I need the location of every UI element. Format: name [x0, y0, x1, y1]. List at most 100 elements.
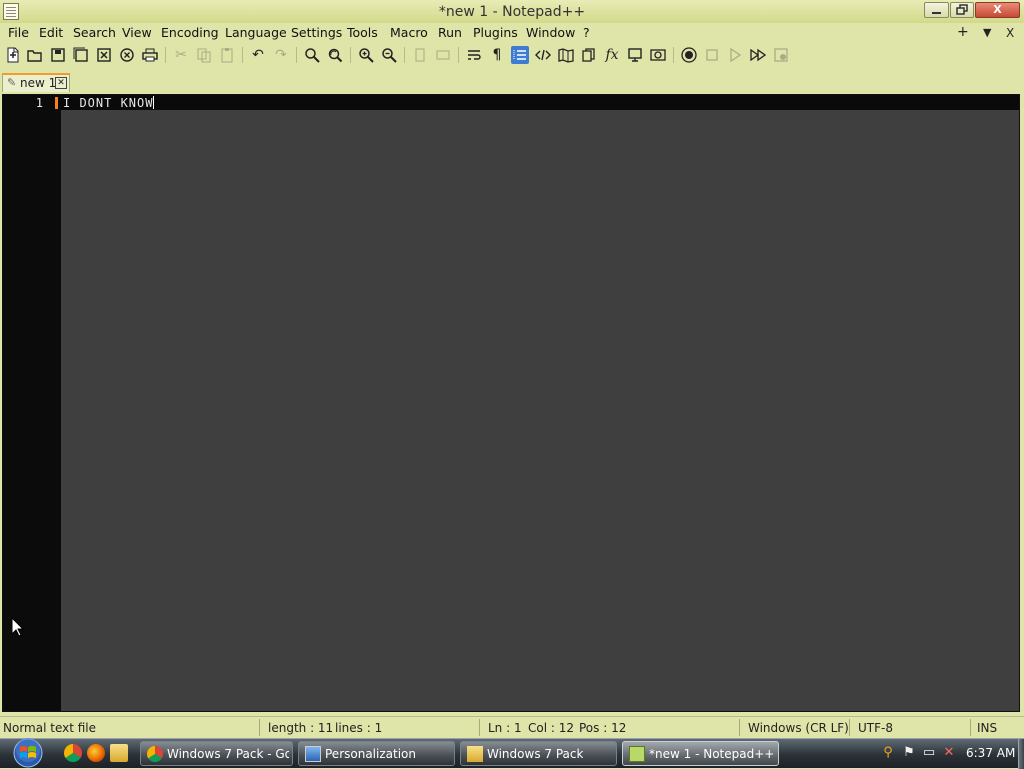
redo-icon[interactable]: ↷ [272, 46, 290, 64]
add-new-document-button[interactable]: + [957, 24, 969, 40]
tab-new-1[interactable]: ✎ new 1 ✕ [2, 73, 70, 92]
fold-margin[interactable] [53, 95, 61, 711]
record-macro-icon[interactable] [680, 46, 698, 64]
stop-macro-icon[interactable] [703, 46, 721, 64]
status-separator [259, 719, 260, 736]
show-all-characters-icon[interactable]: ¶ [488, 46, 506, 64]
menu-edit[interactable]: Edit [39, 25, 63, 40]
change-history-marker [55, 97, 58, 109]
undo-icon[interactable]: ↶ [249, 46, 267, 64]
paste-icon[interactable] [218, 46, 236, 64]
taskbar-button-notepadpp[interactable]: *new 1 - Notepad++ [622, 741, 779, 766]
taskbar-button-label: Windows 7 Pack [487, 747, 584, 761]
line-number: 1 [35, 96, 43, 110]
menu-window[interactable]: Window [526, 25, 575, 40]
save-icon[interactable] [49, 46, 67, 64]
folder-as-workspace-icon[interactable] [649, 46, 667, 64]
action-center-flag-icon[interactable]: ⚑ [901, 745, 917, 761]
status-encoding[interactable]: UTF-8 [858, 721, 893, 735]
menu-tools[interactable]: Tools [347, 25, 378, 40]
replace-icon[interactable] [326, 46, 344, 64]
status-file-type: Normal text file [3, 721, 97, 735]
status-bar: Normal text file length : 11 lines : 1 L… [0, 716, 1024, 738]
menu-encoding[interactable]: Encoding [161, 25, 219, 40]
save-macro-icon[interactable] [772, 46, 790, 64]
save-all-icon[interactable] [72, 46, 90, 64]
copy-icon[interactable] [195, 46, 213, 64]
zoom-in-icon[interactable] [357, 46, 375, 64]
status-separator [479, 719, 480, 736]
close-document-button[interactable]: X [1006, 26, 1014, 40]
find-icon[interactable] [303, 46, 321, 64]
menu-language[interactable]: Language [225, 25, 287, 40]
cut-icon[interactable]: ✂ [172, 46, 190, 64]
menu-plugins[interactable]: Plugins [473, 25, 518, 40]
word-wrap-icon[interactable] [465, 46, 483, 64]
text-caret [153, 96, 155, 109]
status-length: length : 11 [268, 721, 334, 735]
status-position: Pos : 12 [579, 721, 627, 735]
monitoring-icon[interactable] [626, 46, 644, 64]
menu-view[interactable]: View [122, 25, 152, 40]
taskbar-button-chrome[interactable]: Windows 7 Pack - Go... [140, 741, 293, 766]
system-clock[interactable]: 6:37 AM [966, 746, 1015, 760]
status-insert-mode[interactable]: INS [977, 721, 997, 735]
show-desktop-button[interactable] [1018, 739, 1024, 769]
tab-list-dropdown-button[interactable]: ▼ [983, 26, 991, 39]
toolbar-separator [296, 47, 297, 63]
close-all-icon[interactable] [118, 46, 136, 64]
menu-run[interactable]: Run [438, 25, 462, 40]
open-file-icon[interactable] [26, 46, 44, 64]
taskbar-button-folder[interactable]: Windows 7 Pack [460, 741, 617, 766]
folder-icon [467, 746, 483, 762]
menu-help[interactable]: ? [583, 25, 590, 40]
new-file-icon[interactable] [4, 46, 22, 64]
sync-vertical-icon[interactable] [411, 46, 429, 64]
status-separator [970, 719, 971, 736]
print-icon[interactable] [141, 46, 159, 64]
windows-taskbar: Windows 7 Pack - Go... Personalization W… [0, 738, 1024, 769]
notepadpp-icon [629, 746, 645, 762]
mouse-pointer-icon [11, 617, 25, 637]
clone-icon[interactable] [580, 46, 598, 64]
personalization-icon [305, 746, 321, 762]
close-icon[interactable] [95, 46, 113, 64]
run-macro-multiple-icon[interactable] [749, 46, 767, 64]
status-eol-format[interactable]: Windows (CR LF) [748, 721, 849, 735]
menu-file[interactable]: File [8, 25, 29, 40]
text-editor[interactable]: 1 I DONT KNOW [2, 94, 1020, 712]
menu-macro[interactable]: Macro [390, 25, 428, 40]
function-list-icon[interactable]: fx [603, 46, 621, 64]
indent-guide-icon[interactable] [511, 46, 529, 64]
sync-horizontal-icon[interactable] [434, 46, 452, 64]
toolbar: ✂ ↶ ↷ ¶ fx [0, 42, 1024, 68]
restore-button[interactable] [950, 2, 974, 18]
firefox-icon[interactable] [87, 744, 105, 762]
document-map-icon[interactable] [557, 46, 575, 64]
editor-line-1[interactable]: I DONT KNOW [63, 96, 155, 110]
search-icon[interactable]: ⚲ [880, 745, 896, 761]
xml-tag-icon[interactable] [534, 46, 552, 64]
tab-close-icon[interactable]: ✕ [55, 77, 67, 89]
network-icon[interactable]: ▭ [921, 745, 937, 761]
editor-text: I DONT KNOW [63, 96, 154, 110]
taskbar-button-personalization[interactable]: Personalization [298, 741, 455, 766]
menu-settings[interactable]: Settings [291, 25, 342, 40]
taskbar-button-label: *new 1 - Notepad++ [649, 747, 775, 761]
toolbar-separator [165, 47, 166, 63]
title-bar[interactable]: *new 1 - Notepad++ X [0, 0, 1024, 23]
close-button[interactable]: X [975, 2, 1020, 18]
windows-start-icon[interactable] [6, 738, 48, 768]
status-lines: lines : 1 [335, 721, 383, 735]
minimize-icon [932, 12, 941, 14]
zoom-out-icon[interactable] [380, 46, 398, 64]
chrome-icon[interactable] [64, 744, 82, 762]
minimize-button[interactable] [924, 2, 949, 18]
toolbar-separator [350, 47, 351, 63]
tab-label: new 1 [20, 76, 57, 90]
play-macro-icon[interactable] [726, 46, 744, 64]
window-title: *new 1 - Notepad++ [438, 4, 586, 20]
folder-icon[interactable] [110, 744, 128, 762]
volume-muted-icon[interactable]: ✕ [941, 745, 957, 761]
menu-search[interactable]: Search [73, 25, 116, 40]
